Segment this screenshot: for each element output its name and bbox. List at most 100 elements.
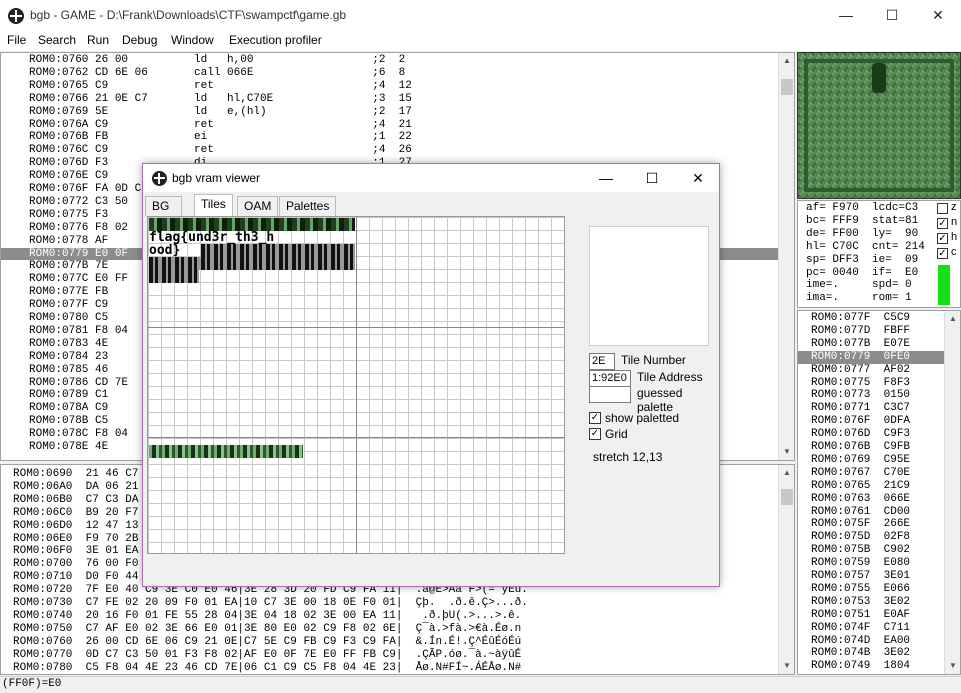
tile-row-flag-end: ood} (149, 243, 181, 258)
tile-grid[interactable]: flag{und3r_th3_h ood} (147, 216, 565, 554)
memory-dump-line[interactable]: ROM0:06C0 B9 20 F7 (13, 507, 138, 520)
menu-search[interactable]: Search (38, 33, 76, 47)
stack-entry[interactable]: ROM0:0767 C70E (798, 467, 944, 480)
scroll-thumb[interactable] (781, 79, 793, 95)
memory-dump-line[interactable]: ROM0:06D0 12 47 13 (13, 520, 138, 533)
stack-entry[interactable]: ROM0:0779 0FE0 (798, 350, 944, 364)
show-paletted-checkbox[interactable]: ✓ (589, 412, 601, 424)
scroll-down-arrow-icon[interactable]: ▼ (945, 658, 960, 674)
grid-checkbox[interactable]: ✓ (589, 428, 601, 440)
stack-entry[interactable]: ROM0:0759 E080 (798, 557, 944, 570)
registers-pane[interactable]: af= F970 lcdc=C3 bc= FFF9 stat=81 de= FF00… (797, 200, 961, 308)
stack-entry[interactable]: ROM0:075D 02F8 (798, 531, 944, 544)
vram-close-button[interactable]: ✕ (675, 164, 721, 192)
stack-pane[interactable]: ROM0:077F C5C9 ROM0:077D FBFF ROM0:077B E0… (797, 310, 961, 675)
menu-run[interactable]: Run (87, 33, 109, 47)
stack-entry[interactable]: ROM0:0749 1804 (798, 660, 944, 673)
flag-n-label: n (951, 216, 958, 228)
stack-entry[interactable]: ROM0:0773 0150 (798, 389, 944, 402)
stack-entry[interactable]: ROM0:074F C711 (798, 622, 944, 635)
memory-dump-line[interactable]: ROM0:0740 20 16 F0 01 FE 55 28 04|3E 04 … (13, 610, 521, 623)
stack-entry[interactable]: ROM0:0769 C95E (798, 454, 944, 467)
stretch-label: stretch 12,13 (593, 450, 663, 464)
guessed-palette-field[interactable] (589, 386, 631, 403)
stack-entry[interactable]: ROM0:0777 AF02 (798, 364, 944, 377)
memory-scrollbar[interactable]: ▲ ▼ (778, 465, 794, 674)
disassembly-line[interactable]: ROM0:0762 CD 6E 06 call 066E ;6 8 (1, 67, 778, 80)
memory-dump-line[interactable]: ROM0:06F0 3E 01 EA (13, 545, 138, 558)
menu-debug[interactable]: Debug (122, 33, 157, 47)
scroll-up-arrow-icon[interactable]: ▲ (779, 465, 794, 481)
minimize-button[interactable]: — (823, 0, 869, 31)
stack-entry[interactable]: ROM0:076F 0DFA (798, 415, 944, 428)
stack-entry[interactable]: ROM0:0771 C3C7 (798, 402, 944, 415)
memory-dump-line[interactable]: ROM0:0700 76 00 F0 (13, 558, 138, 571)
stack-entry[interactable]: ROM0:0755 E066 (798, 583, 944, 596)
scroll-down-arrow-icon[interactable]: ▼ (779, 444, 794, 460)
memory-dump-line[interactable]: ROM0:0770 0D C7 C3 50 01 F3 F8 02|AF E0 … (13, 649, 521, 662)
tile-address-field[interactable]: 1:92E0 (589, 370, 631, 387)
flag-z-checkbox[interactable] (937, 203, 948, 214)
stack-entry[interactable]: ROM0:074B 3E02 (798, 647, 944, 660)
stack-entry[interactable]: ROM0:077F C5C9 (798, 312, 944, 325)
disassembly-scrollbar[interactable]: ▲ ▼ (778, 53, 794, 460)
disassembly-line[interactable]: ROM0:0765 C9 ret ;4 12 (1, 80, 778, 93)
disassembly-line[interactable]: ROM0:076A C9 ret ;4 21 (1, 119, 778, 132)
stack-entry[interactable]: ROM0:0757 3E01 (798, 570, 944, 583)
flag-n-checkbox[interactable]: ✓ (937, 218, 948, 229)
stack-entry[interactable]: ROM0:074D EA00 (798, 635, 944, 648)
memory-dump-line[interactable]: ROM0:06B0 C7 C3 DA (13, 494, 138, 507)
stack-scrollbar[interactable]: ▲ ▼ (944, 311, 960, 674)
stack-entry[interactable]: ROM0:077B E07E (798, 338, 944, 351)
vram-maximize-button[interactable]: ☐ (629, 164, 675, 192)
scroll-thumb[interactable] (781, 489, 793, 505)
stack-entry[interactable]: ROM0:077D FBFF (798, 325, 944, 338)
stack-entry[interactable]: ROM0:0753 3E02 (798, 596, 944, 609)
scroll-up-arrow-icon[interactable]: ▲ (779, 53, 794, 69)
memory-dump-line[interactable]: ROM0:06E0 F9 70 2B (13, 533, 138, 546)
menu-execution-profiler[interactable]: Execution profiler (229, 33, 322, 47)
memory-dump-line[interactable]: ROM0:0710 D0 F0 44 (13, 571, 138, 584)
memory-dump-line[interactable]: ROM0:0780 C5 F8 04 4E 23 46 CD 7E|06 C1 … (13, 662, 521, 675)
stack-entry[interactable]: ROM0:0751 E0AF (798, 609, 944, 622)
close-button[interactable]: ✕ (915, 0, 961, 31)
maximize-button[interactable]: ☐ (869, 0, 915, 31)
tab-bg-map[interactable]: BG map (145, 196, 183, 227)
vram-viewer-window[interactable]: bgb vram viewer — ☐ ✕ BG map Tiles OAM P… (142, 163, 720, 587)
stack-entry[interactable]: ROM0:075B C902 (798, 544, 944, 557)
memory-dump-line[interactable]: ROM0:0690 21 46 C7 (13, 468, 138, 481)
stack-entry[interactable]: ROM0:0761 CD00 (798, 506, 944, 519)
stack-entry[interactable]: ROM0:075F 266E (798, 518, 944, 531)
disassembly-line[interactable]: ROM0:0769 5E ld e,(hl) ;2 17 (1, 106, 778, 119)
scroll-up-arrow-icon[interactable]: ▲ (945, 311, 960, 327)
memory-dump-line[interactable]: ROM0:0730 C7 FE 02 20 09 F0 01 EA|10 C7 … (13, 597, 528, 610)
tab-tiles[interactable]: Tiles (194, 194, 233, 216)
stack-entry[interactable]: ROM0:076B C9FB (798, 441, 944, 454)
tile-address-label: Tile Address (637, 370, 703, 384)
memory-dump-line[interactable]: ROM0:0750 C7 AF E0 02 3E 66 E0 01|3E 80 … (13, 623, 521, 636)
game-screen-preview (797, 52, 961, 199)
register-line: bc= FFF9 stat=81 (806, 214, 919, 227)
vram-minimize-button[interactable]: — (583, 164, 629, 192)
stack-entry[interactable]: ROM0:076D C9F3 (798, 428, 944, 441)
menu-file[interactable]: File (7, 33, 26, 47)
flag-c-checkbox[interactable]: ✓ (937, 248, 948, 259)
scroll-down-arrow-icon[interactable]: ▼ (779, 658, 794, 674)
tab-oam[interactable]: OAM (237, 196, 279, 216)
stack-entry[interactable]: ROM0:0775 F8F3 (798, 377, 944, 390)
stack-entry[interactable]: ROM0:0765 21C9 (798, 480, 944, 493)
stack-entry[interactable]: ROM0:0763 066E (798, 493, 944, 506)
menu-window[interactable]: Window (171, 33, 214, 47)
disassembly-line[interactable]: ROM0:0760 26 00 ld h,00 ;2 2 (1, 54, 778, 67)
grid-divider (356, 217, 357, 553)
menu-bar: File Search Run Debug Window Execution p… (0, 31, 961, 51)
tile-preview (589, 226, 709, 346)
disassembly-line[interactable]: ROM0:076B FB ei ;1 22 (1, 131, 778, 144)
flag-h-checkbox[interactable]: ✓ (937, 233, 948, 244)
memory-dump-line[interactable]: ROM0:0760 26 00 CD 6E 06 C9 21 0E|C7 5E … (13, 636, 521, 649)
tile-number-field[interactable]: 2E (589, 353, 615, 370)
disassembly-line[interactable]: ROM0:0766 21 0E C7 ld hl,C70E ;3 15 (1, 93, 778, 106)
disassembly-line[interactable]: ROM0:076C C9 ret ;4 26 (1, 144, 778, 157)
tab-palettes[interactable]: Palettes (279, 196, 337, 216)
memory-dump-line[interactable]: ROM0:06A0 DA 06 21 (13, 481, 138, 494)
